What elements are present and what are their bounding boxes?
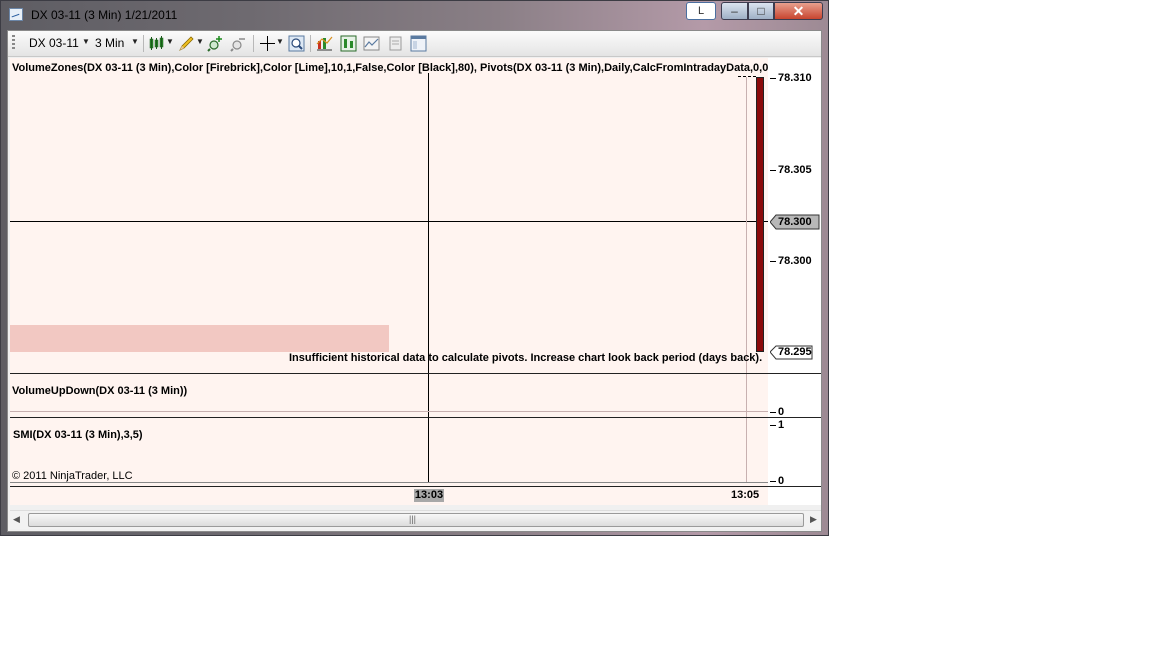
y-tick-mark <box>770 412 776 413</box>
price-panel-label: VolumeZones(DX 03-11 (3 Min),Color [Fire… <box>12 62 768 74</box>
chart-client-area: DX 03-11 ▼ 3 Min ▼ ▼ ▼ ▼ VolumeZones(DX … <box>7 30 822 532</box>
chart-trader-icon[interactable] <box>363 35 380 52</box>
panel-divider <box>10 417 821 418</box>
drawing-tools-dropdown-icon[interactable]: ▼ <box>196 37 204 46</box>
price-axis[interactable] <box>768 58 821 505</box>
y-tick-mark <box>770 78 776 79</box>
y-tick-label: 78.300 <box>778 255 812 267</box>
volume-panel-label: VolumeUpDown(DX 03-11 (3 Min)) <box>12 385 188 397</box>
zoom-in-icon[interactable] <box>207 35 224 52</box>
minimize-button[interactable]: – <box>721 2 748 20</box>
panel-divider <box>10 373 821 374</box>
x-tick-label: 13:05 <box>731 489 760 501</box>
data-box-icon[interactable] <box>387 35 404 52</box>
title-bar[interactable]: DX 03-11 (3 Min) 1/21/2011 L – □ ✕ <box>1 1 828 29</box>
x-axis-line <box>10 486 821 487</box>
chart-style-dropdown-icon[interactable]: ▼ <box>166 37 174 46</box>
price-bar <box>756 77 764 352</box>
horizontal-scrollbar[interactable]: ◀ ||| ▶ <box>10 510 821 529</box>
chart-window: DX 03-11 (3 Min) 1/21/2011 L – □ ✕ DX 03… <box>0 0 829 536</box>
maximize-icon: □ <box>757 4 765 18</box>
pencil-icon[interactable] <box>178 35 195 52</box>
scroll-right-icon[interactable]: ▶ <box>810 514 817 525</box>
y-tick-label: 78.305 <box>778 164 812 176</box>
maximize-button[interactable]: □ <box>748 2 774 20</box>
toolbar-separator <box>253 35 254 52</box>
toolbar-grip[interactable] <box>12 35 15 51</box>
y-tick-label: 78.310 <box>778 72 812 84</box>
strategy-icon[interactable] <box>340 35 357 52</box>
toolbar-separator <box>143 35 144 52</box>
toolbar-separator <box>310 35 311 52</box>
interval-dropdown-icon[interactable]: ▼ <box>131 37 139 46</box>
indicator-icon[interactable] <box>316 35 333 52</box>
scrollbar-thumb[interactable]: ||| <box>28 513 804 527</box>
zoom-out-icon[interactable] <box>230 35 247 52</box>
crosshair-icon[interactable] <box>259 35 276 52</box>
window-title: DX 03-11 (3 Min) 1/21/2011 <box>31 8 178 22</box>
smi-panel-label: SMI(DX 03-11 (3 Min),3,5) <box>13 429 143 441</box>
minimize-icon: – <box>731 4 738 18</box>
y-tick-mark <box>770 261 776 262</box>
instrument-dropdown-icon[interactable]: ▼ <box>82 37 90 46</box>
candlestick-icon[interactable] <box>148 35 165 52</box>
chart-toolbar: DX 03-11 ▼ 3 Min ▼ ▼ ▼ ▼ <box>8 31 821 57</box>
bar-marker <box>738 76 756 78</box>
y-tick-mark <box>770 425 776 426</box>
close-icon: ✕ <box>792 3 805 19</box>
crosshair-time-label: 13:03 <box>414 489 444 502</box>
current-price-label: 78.300 <box>778 216 812 228</box>
volume-zone-bar <box>10 325 389 352</box>
crosshair-dropdown-icon[interactable]: ▼ <box>276 37 284 46</box>
interval-selector[interactable]: 3 Min <box>95 36 124 50</box>
magnifier-icon[interactable] <box>288 35 305 52</box>
layout-button[interactable]: L <box>686 2 716 20</box>
volume-zero-line <box>10 411 768 412</box>
crosshair-horizontal-line <box>10 221 768 222</box>
pivot-warning-text: Insufficient historical data to calculat… <box>289 352 763 364</box>
instrument-selector[interactable]: DX 03-11 <box>29 36 79 50</box>
chart-app-icon <box>9 8 23 21</box>
last-bar-line <box>746 77 747 483</box>
scroll-left-icon[interactable]: ◀ <box>13 514 20 525</box>
properties-icon[interactable] <box>410 35 427 52</box>
last-price-label: 78.295 <box>778 346 812 358</box>
crosshair-vertical-line <box>428 73 429 483</box>
smi-tick-label: 1 <box>778 419 785 431</box>
close-button[interactable]: ✕ <box>774 2 823 20</box>
scroll-grip-icon: ||| <box>409 514 417 524</box>
smi-zero-line <box>10 482 768 483</box>
y-tick-mark <box>770 170 776 171</box>
copyright-text: © 2011 NinjaTrader, LLC <box>12 470 133 482</box>
y-tick-mark <box>770 481 776 482</box>
